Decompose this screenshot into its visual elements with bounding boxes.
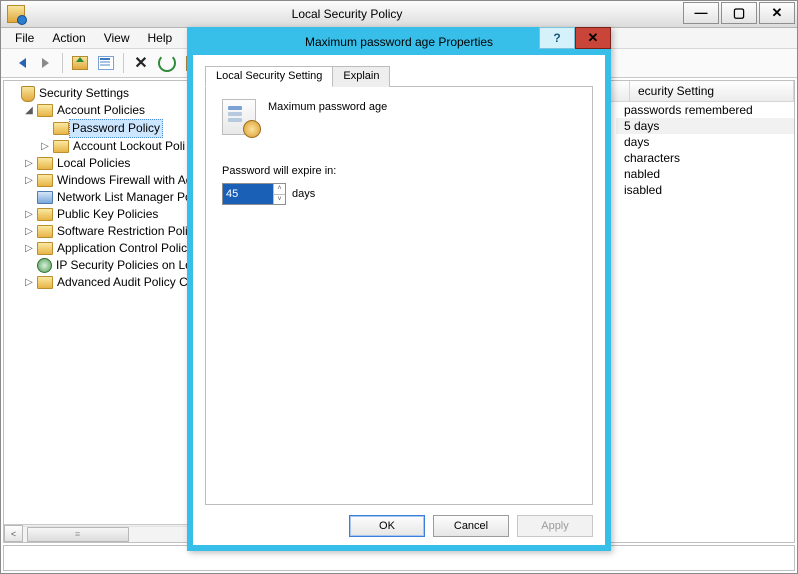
tab-explain[interactable]: Explain [332,66,390,87]
folder-icon [37,191,53,204]
delete-button[interactable]: ✕ [129,51,153,75]
toolbar-separator [123,53,124,73]
app-icon [7,5,25,23]
field-label: Password will expire in: [222,165,576,177]
properties-icon [98,56,114,70]
detail-cell: passwords remembered [624,103,753,117]
dialog-title: Maximum password age Properties [305,35,493,49]
detail-cell: nabled [624,167,660,181]
detail-cell: 5 days [624,119,659,133]
spinner: ˄ ˅ [222,183,286,205]
spin-down-button[interactable]: ˅ [274,195,285,205]
col-security-setting[interactable]: ecurity Setting [630,81,794,102]
apply-button[interactable]: Apply [517,515,593,537]
tree-public-key[interactable]: Public Key Policies [56,206,159,223]
tree-firewall[interactable]: Windows Firewall with Ad [56,172,193,189]
scroll-left-button[interactable]: < [4,525,23,542]
window-title: Local Security Policy [11,7,683,21]
menu-file[interactable]: File [7,29,42,47]
detail-cell: isabled [624,183,662,197]
detail-row[interactable]: characters [616,150,794,166]
expand-icon[interactable]: ▷ [24,206,34,223]
folder-icon [37,104,53,117]
dialog-buttons: OK Cancel Apply [205,505,593,537]
detail-cell: characters [624,151,680,165]
back-arrow-icon [13,57,25,69]
tree-network-list[interactable]: Network List Manager Po [56,189,193,206]
expand-icon[interactable]: ▷ [24,240,34,257]
tree-advanced-audit[interactable]: Advanced Audit Policy C [56,274,189,291]
dialog-heading: Maximum password age [268,99,387,113]
titlebar: Local Security Policy — ▢ ✕ [1,1,797,28]
shield-icon [21,86,35,102]
expand-icon[interactable]: ▷ [24,274,34,291]
folder-icon [53,122,69,135]
cancel-button[interactable]: Cancel [433,515,509,537]
expand-icon[interactable]: ▷ [24,223,34,240]
scroll-track[interactable]: ≡ [23,526,208,542]
delete-icon: ✕ [134,53,147,73]
menu-view[interactable]: View [96,29,138,47]
folder-icon [37,174,53,187]
detail-row[interactable]: nabled [616,166,794,182]
maximize-button[interactable]: ▢ [721,2,757,24]
close-button[interactable]: ✕ [759,2,795,24]
dialog-tabs: Local Security Setting Explain [205,65,593,86]
menu-action[interactable]: Action [44,29,93,47]
refresh-button[interactable] [155,51,179,75]
tab-panel: Maximum password age Password will expir… [205,86,593,505]
detail-row[interactable]: days [616,134,794,150]
folder-icon [37,208,53,221]
menu-help[interactable]: Help [140,29,181,47]
detail-row[interactable]: isabled [616,182,794,198]
folder-icon [37,225,53,238]
policy-icon [222,99,256,135]
tree-local-policies[interactable]: Local Policies [56,155,131,172]
tab-local-security-setting[interactable]: Local Security Setting [205,66,333,87]
collapse-icon[interactable]: ◢ [24,102,34,119]
detail-cell: days [624,135,649,149]
expand-icon[interactable]: ▷ [24,172,34,189]
forward-arrow-icon [39,57,51,69]
folder-icon [37,276,53,289]
main-window: Local Security Policy — ▢ ✕ File Action … [0,0,798,574]
unit-label: days [292,188,315,200]
password-age-input[interactable] [223,184,273,204]
tree-software-restriction[interactable]: Software Restriction Polic [56,223,195,240]
folder-icon [37,157,53,170]
dialog-close-button[interactable]: ✕ [575,27,611,49]
refresh-icon [158,54,176,72]
minimize-button[interactable]: — [683,2,719,24]
nav-forward-button[interactable] [33,51,57,75]
password-age-field: ˄ ˅ days [222,183,576,205]
expand-icon[interactable]: ▷ [40,138,50,155]
expand-icon[interactable]: ▷ [24,155,34,172]
toolbar-separator [62,53,63,73]
folder-icon [37,242,53,255]
properties-dialog: Maximum password age Properties ? ✕ Loca… [187,27,611,551]
up-folder-icon [72,56,88,70]
tree-password-policy[interactable]: Password Policy [69,119,163,138]
window-buttons: — ▢ ✕ [683,1,797,27]
scroll-thumb[interactable]: ≡ [27,527,129,542]
spin-up-button[interactable]: ˄ [274,184,285,195]
detail-row[interactable]: passwords remembered [616,102,794,118]
detail-row-selected[interactable]: 5 days [616,118,794,134]
dialog-titlebar: Maximum password age Properties ? ✕ [187,27,611,55]
tree-root[interactable]: Security Settings [38,85,130,102]
up-button[interactable] [68,51,92,75]
dialog-body: Local Security Setting Explain Maximum p… [193,55,605,545]
globe-icon [37,258,52,273]
dialog-help-button[interactable]: ? [539,27,575,49]
tree-account-policies[interactable]: Account Policies [56,102,146,119]
properties-button[interactable] [94,51,118,75]
tree-account-lockout[interactable]: Account Lockout Poli [72,138,186,155]
ok-button[interactable]: OK [349,515,425,537]
nav-back-button[interactable] [7,51,31,75]
folder-icon [53,140,69,153]
tree-ipsec[interactable]: IP Security Policies on Lo [55,257,193,274]
tree-app-control[interactable]: Application Control Polic [56,240,188,257]
